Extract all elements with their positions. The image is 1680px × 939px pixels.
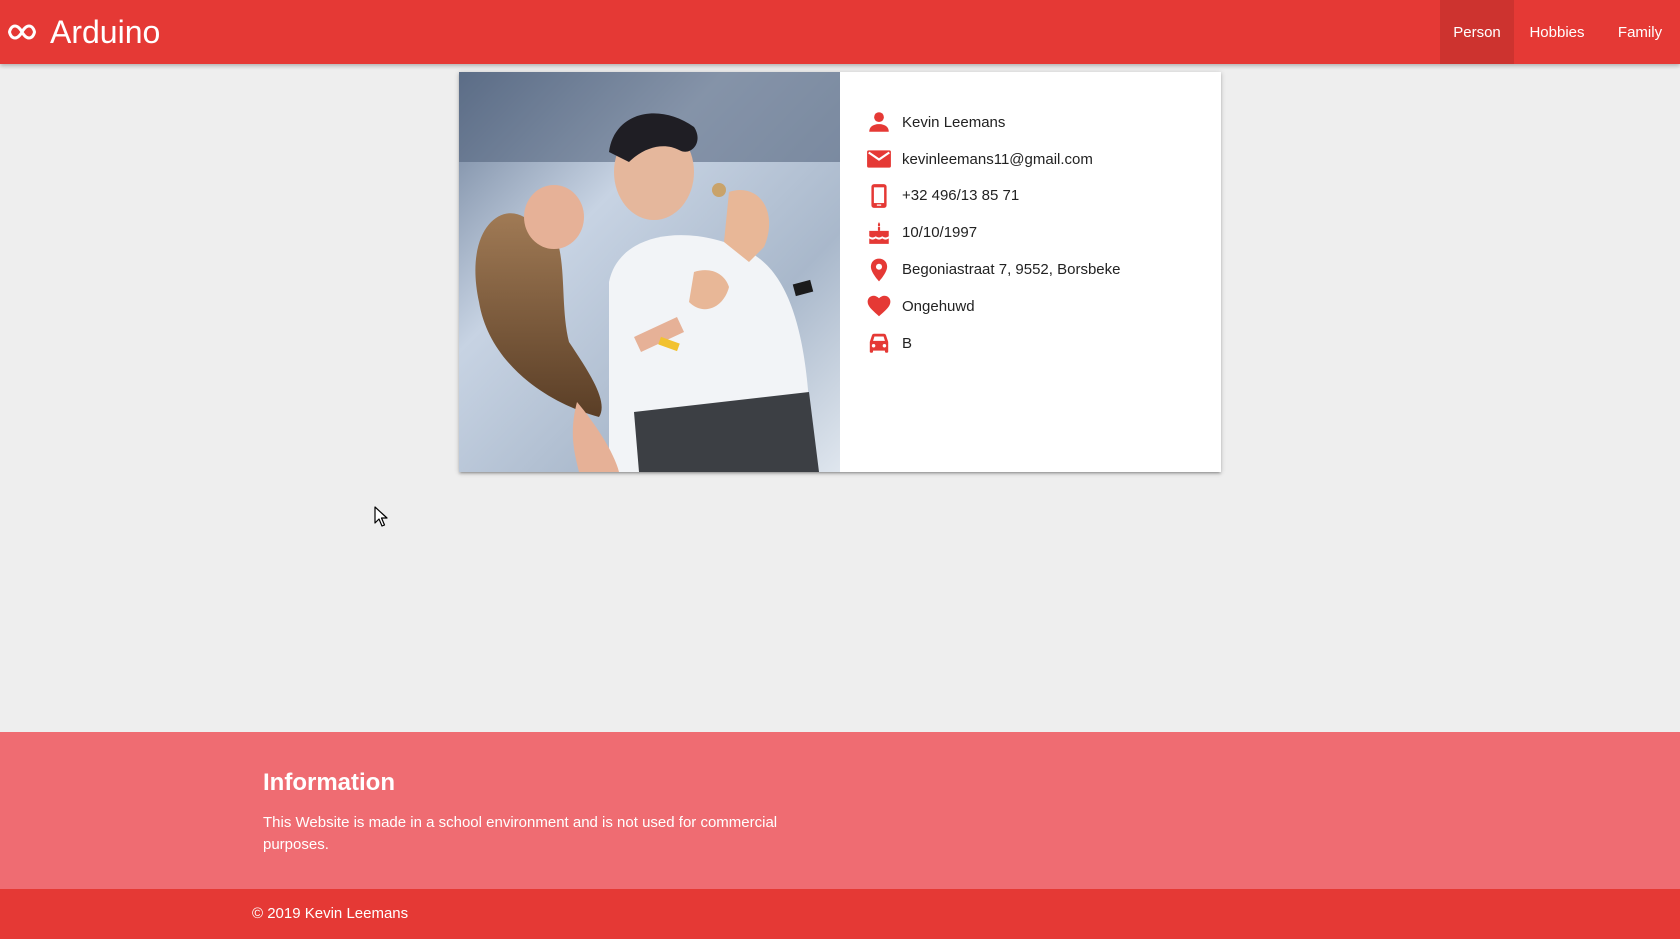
- info-name: Kevin Leemans: [902, 113, 1006, 131]
- mail-icon: [867, 150, 891, 168]
- info-row-phone: +32 496/13 85 71: [866, 178, 1221, 215]
- footer-title: Information: [263, 769, 395, 796]
- top-navbar: Arduino Person Hobbies Family: [0, 0, 1680, 64]
- profile-card: Kevin Leemans kevinleemans11@gmail.com +…: [459, 72, 1221, 472]
- profile-photo: [459, 72, 840, 472]
- nav-item-family[interactable]: Family: [1600, 0, 1680, 64]
- profile-info: Kevin Leemans kevinleemans11@gmail.com +…: [840, 72, 1221, 472]
- nav-item-hobbies[interactable]: Hobbies: [1514, 0, 1600, 64]
- info-row-email: kevinleemans11@gmail.com: [866, 141, 1221, 178]
- person-icon: [869, 112, 889, 133]
- nav-menu: Person Hobbies Family: [1440, 0, 1680, 64]
- info-address: Begoniastraat 7, 9552, Borsbeke: [902, 261, 1121, 279]
- phone-icon: [871, 184, 887, 208]
- info-row-license: B: [866, 325, 1221, 362]
- info-footer: Information This Website is made in a sc…: [0, 732, 1680, 889]
- mouse-cursor-icon: [374, 506, 388, 527]
- infinity-icon: [8, 24, 36, 40]
- info-row-birthday: 10/10/1997: [866, 214, 1221, 251]
- copyright-text: © 2019 Kevin Leemans: [252, 905, 409, 922]
- brand-link[interactable]: Arduino: [8, 0, 160, 64]
- cake-icon: [869, 221, 889, 244]
- info-row-name: Kevin Leemans: [866, 104, 1221, 141]
- info-birthday: 10/10/1997: [902, 224, 978, 242]
- footer-text: This Website is made in a school environ…: [263, 814, 778, 853]
- info-email: kevinleemans11@gmail.com: [902, 150, 1093, 168]
- heart-icon: [867, 296, 891, 317]
- info-license: B: [902, 334, 913, 352]
- info-phone: +32 496/13 85 71: [902, 187, 1020, 205]
- info-row-relationship: Ongehuwd: [866, 288, 1221, 325]
- car-icon: [869, 333, 889, 353]
- nav-item-person[interactable]: Person: [1440, 0, 1514, 64]
- info-relationship: Ongehuwd: [902, 297, 975, 315]
- location-pin-icon: [870, 258, 888, 281]
- info-row-address: Begoniastraat 7, 9552, Borsbeke: [866, 251, 1221, 288]
- copyright-bar: © 2019 Kevin Leemans: [0, 889, 1680, 939]
- brand-title: Arduino: [50, 13, 161, 50]
